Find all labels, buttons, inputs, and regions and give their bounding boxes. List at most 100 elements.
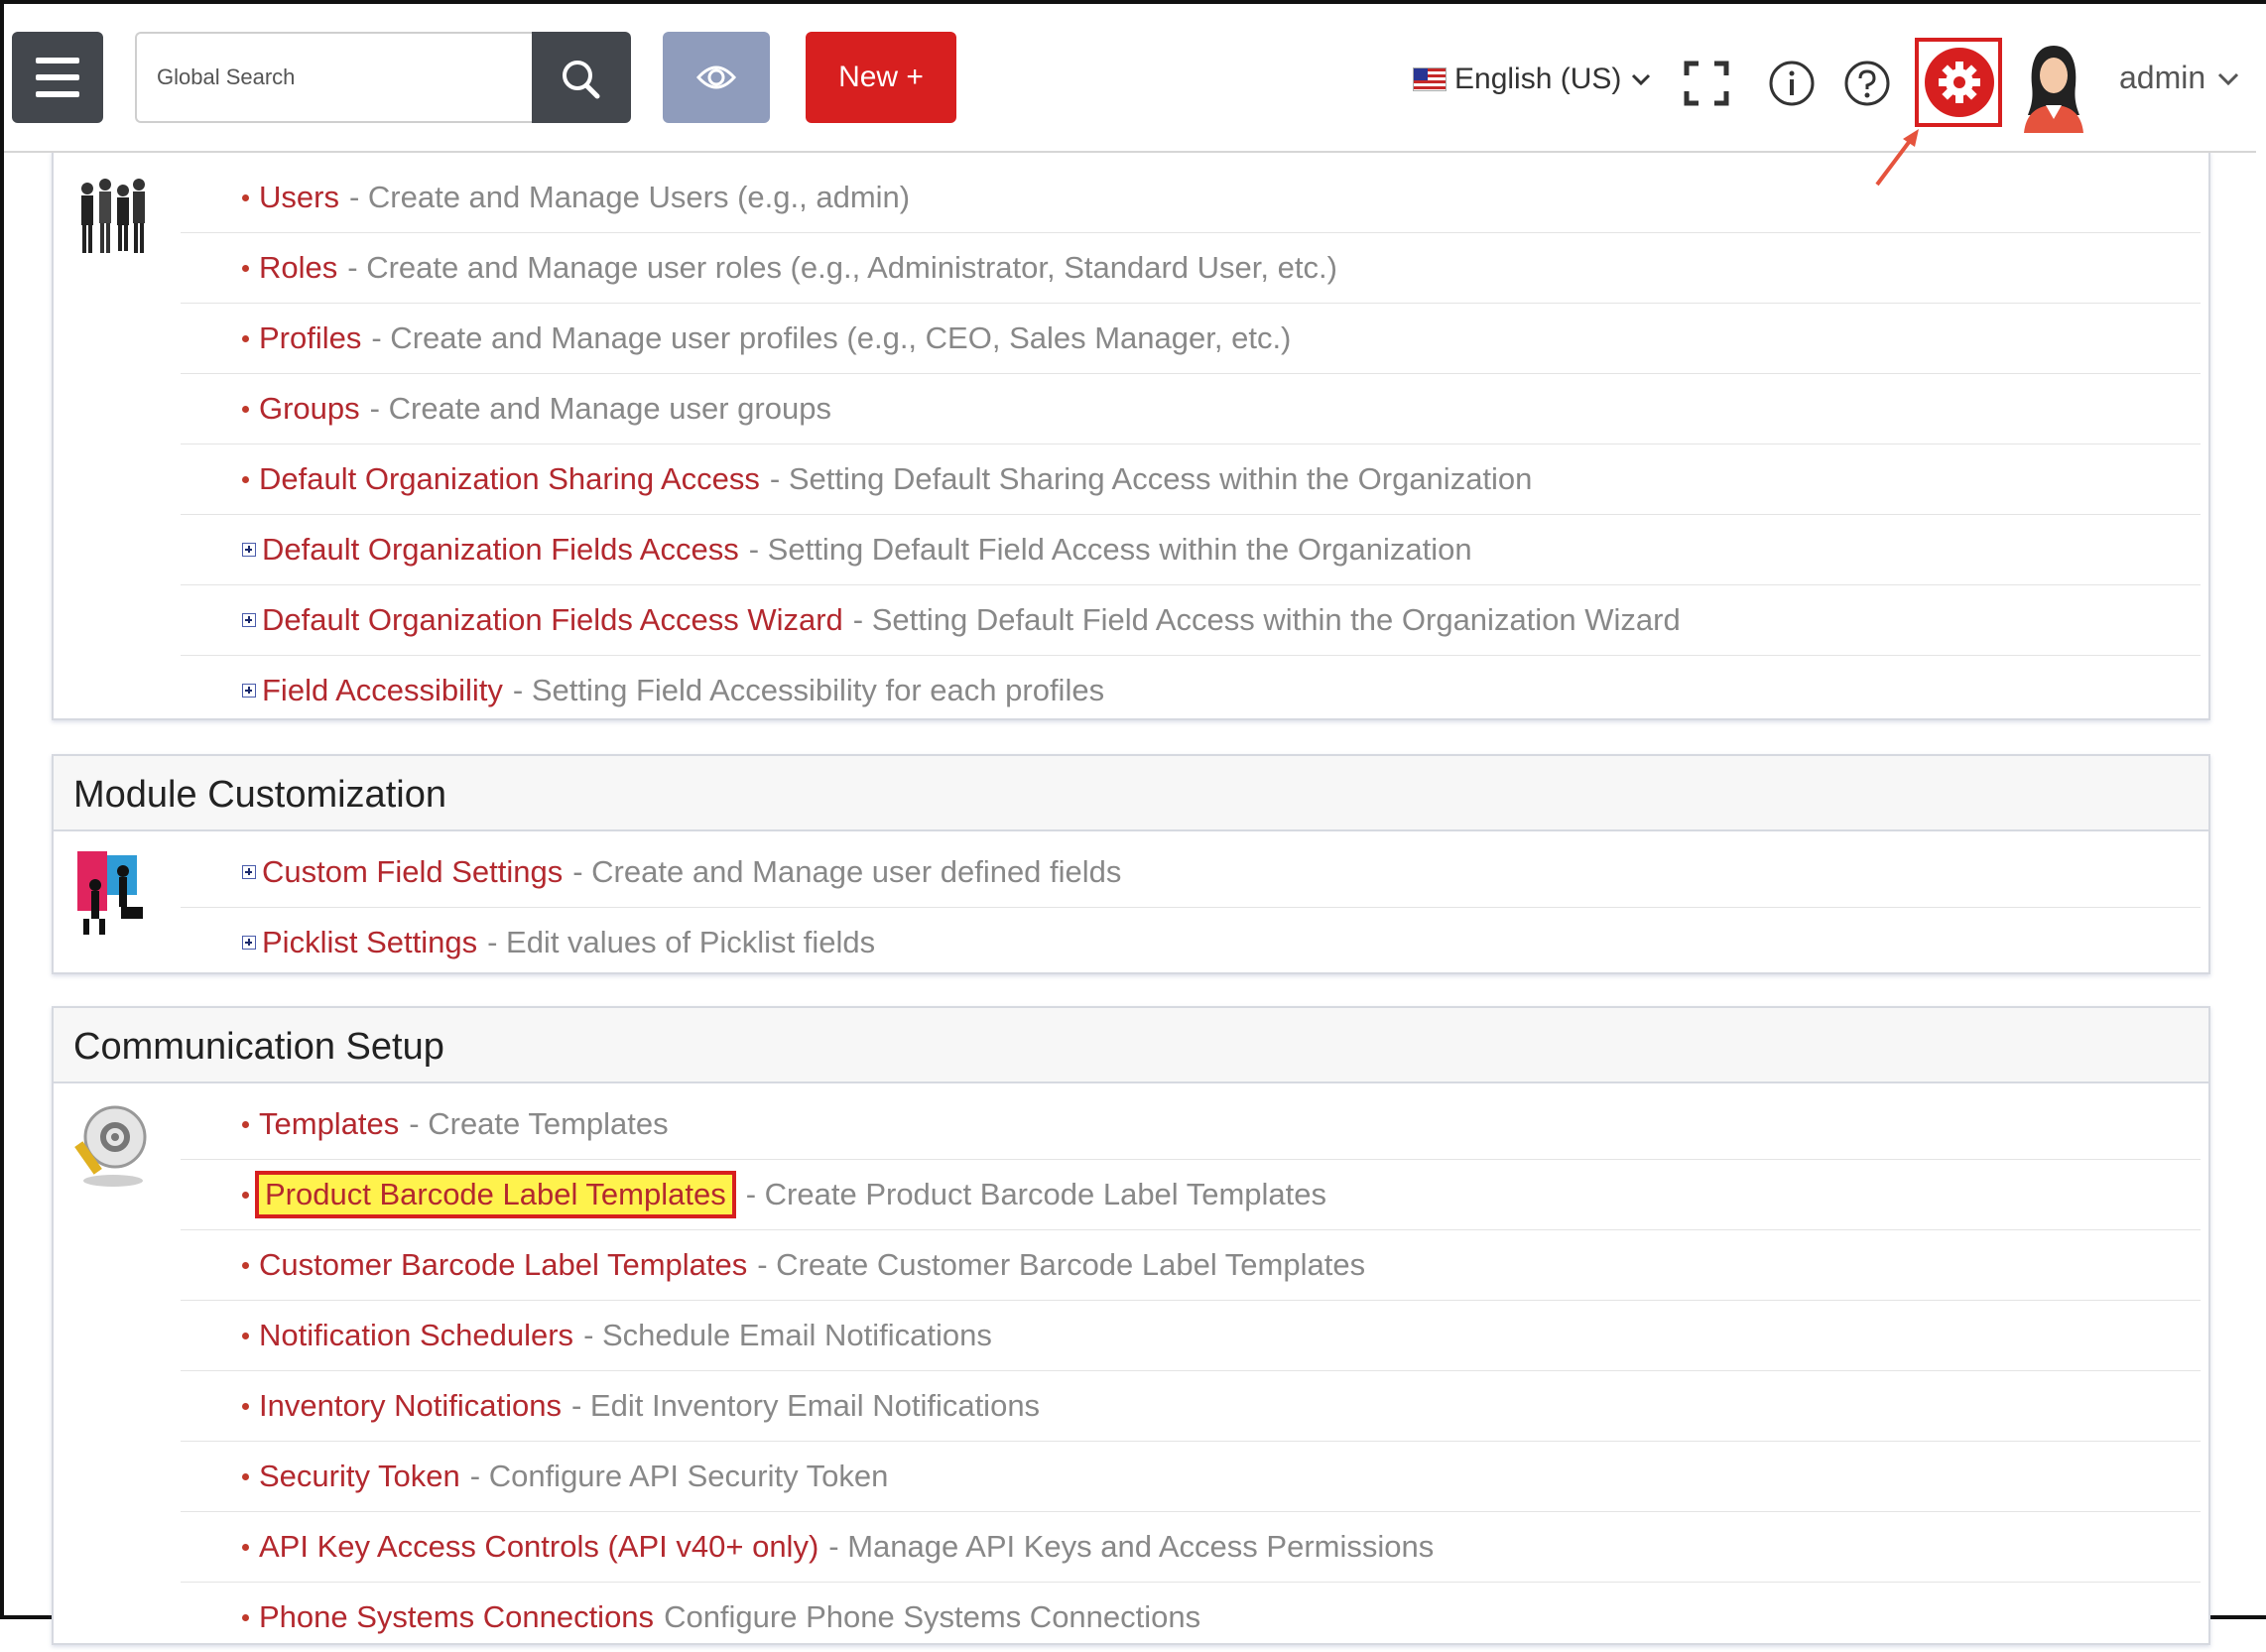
preview-button[interactable] <box>663 32 770 123</box>
setting-link-customer-barcode-label-templates[interactable]: Customer Barcode Label Templates <box>259 1247 747 1283</box>
gear-icon <box>1939 62 1980 103</box>
section-title: Module Customization <box>54 756 2208 831</box>
setting-description: - Create and Manage Users (e.g., admin) <box>348 180 911 214</box>
expand-plus-icon[interactable] <box>242 613 256 627</box>
new-record-button[interactable]: New + <box>806 32 956 123</box>
setting-link-default-organization-fields-access-wizard[interactable]: Default Organization Fields Access Wizar… <box>262 602 843 638</box>
bullet-icon <box>242 1261 249 1269</box>
setting-row-default-organization-sharing-access: Default Organization Sharing Access - Set… <box>181 445 2201 515</box>
setting-link-api-key-access-controls-api-v40-only[interactable]: API Key Access Controls (API v40+ only) <box>259 1529 818 1565</box>
setting-row-security-token: Security Token - Configure API Security T… <box>181 1442 2201 1512</box>
setting-link-default-organization-fields-access[interactable]: Default Organization Fields Access <box>262 532 739 568</box>
section-title: Communication Setup <box>54 1008 2208 1083</box>
eye-icon <box>695 65 737 89</box>
bullet-icon <box>242 1332 249 1339</box>
setting-description: - Create and Manage user defined fields <box>572 854 1122 889</box>
setting-description: Configure Phone Systems Connections <box>664 1599 1201 1634</box>
bullet-icon <box>242 405 249 413</box>
customization-icon <box>77 851 143 935</box>
setting-description: - Create Templates <box>409 1106 669 1141</box>
setting-row-profiles: Profiles - Create and Manage user profile… <box>181 304 2201 374</box>
setting-link-security-token[interactable]: Security Token <box>259 1459 460 1494</box>
setting-link-field-accessibility[interactable]: Field Accessibility <box>262 673 503 708</box>
menu-toggle-button[interactable] <box>12 32 103 123</box>
setting-link-templates[interactable]: Templates <box>259 1106 399 1142</box>
setting-link-inventory-notifications[interactable]: Inventory Notifications <box>259 1388 562 1424</box>
bullet-icon <box>242 193 249 201</box>
bullet-icon <box>242 1543 249 1551</box>
search-icon <box>563 61 600 99</box>
setting-row-api-key-access-controls-api-v40-only: API Key Access Controls (API v40+ only) -… <box>181 1512 2201 1583</box>
setting-link-users[interactable]: Users <box>259 180 339 215</box>
setting-link-default-organization-sharing-access[interactable]: Default Organization Sharing Access <box>259 461 760 497</box>
us-flag-icon <box>1413 67 1447 91</box>
user-menu[interactable]: admin <box>2119 60 2243 96</box>
users-group-icon <box>81 179 145 253</box>
communication-icon <box>74 1105 147 1187</box>
setting-description: - Manage API Keys and Access Permissions <box>828 1529 1435 1564</box>
setting-row-custom-field-settings: Custom Field Settings - Create and Manage… <box>181 837 2201 908</box>
setting-description: - Setting Default Field Access within th… <box>852 602 1681 637</box>
bullet-icon <box>242 1120 249 1128</box>
bullet-icon <box>242 1472 249 1480</box>
setting-description: - Create Customer Barcode Label Template… <box>757 1247 1366 1282</box>
language-selector[interactable]: English (US) <box>1413 60 1655 99</box>
help-icon[interactable] <box>1843 60 1891 107</box>
expand-plus-icon[interactable] <box>242 865 256 879</box>
setting-description: - Create and Manage user roles (e.g., Ad… <box>347 250 1337 285</box>
setting-row-groups: Groups - Create and Manage user groups <box>181 374 2201 445</box>
setting-description: - Edit Inventory Email Notifications <box>570 1388 1041 1423</box>
setting-description: - Edit values of Picklist fields <box>487 925 876 959</box>
setting-description: - Setting Default Field Access within th… <box>748 532 1472 567</box>
setting-description: - Configure API Security Token <box>469 1459 889 1493</box>
expand-plus-icon[interactable] <box>242 684 256 698</box>
setting-link-custom-field-settings[interactable]: Custom Field Settings <box>262 854 563 890</box>
setting-description: - Create and Manage user profiles (e.g.,… <box>371 320 1292 355</box>
setting-description: - Setting Default Sharing Access within … <box>769 461 1533 496</box>
avatar[interactable] <box>2018 40 2089 133</box>
search-button[interactable] <box>532 32 631 123</box>
setting-description: - Setting Field Accessibility for each p… <box>512 673 1105 707</box>
setting-row-templates: Templates - Create Templates <box>181 1089 2201 1160</box>
module-customization-panel: Module Customization Custom Field Settin… <box>52 754 2210 974</box>
setting-description: - Create Product Barcode Label Templates <box>745 1177 1327 1211</box>
setting-row-inventory-notifications: Inventory Notifications - Edit Inventory … <box>181 1371 2201 1442</box>
setting-link-roles[interactable]: Roles <box>259 250 337 286</box>
setting-row-product-barcode-label-templates: Product Barcode Label Templates - Create … <box>181 1160 2201 1230</box>
setting-link-profiles[interactable]: Profiles <box>259 320 361 356</box>
bullet-icon <box>242 264 249 272</box>
language-label: English (US) <box>1454 63 1622 95</box>
setting-link-product-barcode-label-templates[interactable]: Product Barcode Label Templates <box>255 1171 736 1218</box>
setting-row-picklist-settings: Picklist Settings - Edit values of Pickli… <box>181 908 2201 977</box>
setting-link-notification-schedulers[interactable]: Notification Schedulers <box>259 1318 573 1353</box>
bullet-icon <box>242 1613 249 1621</box>
chevron-down-icon <box>2218 72 2239 85</box>
setting-row-phone-systems-connections: Phone Systems Connections Configure Phone… <box>181 1583 2201 1652</box>
expand-plus-icon[interactable] <box>242 543 256 557</box>
setting-row-default-organization-fields-access: Default Organization Fields Access - Sett… <box>181 515 2201 585</box>
info-icon[interactable] <box>1768 60 1816 107</box>
setting-link-phone-systems-connections[interactable]: Phone Systems Connections <box>259 1599 654 1635</box>
global-search-input[interactable] <box>135 32 532 123</box>
setting-row-roles: Roles - Create and Manage user roles (e.g… <box>181 233 2201 304</box>
setting-link-groups[interactable]: Groups <box>259 391 360 427</box>
fullscreen-icon[interactable] <box>1683 60 1730 107</box>
bullet-icon <box>242 1191 249 1199</box>
setting-description: - Schedule Email Notifications <box>583 1318 992 1352</box>
setting-link-picklist-settings[interactable]: Picklist Settings <box>262 925 477 960</box>
user-management-panel: Users - Create and Manage Users (e.g., ad… <box>52 151 2210 720</box>
bullet-icon <box>242 475 249 483</box>
annotation-arrow-icon <box>1875 129 1919 187</box>
expand-plus-icon[interactable] <box>242 936 256 950</box>
setting-row-customer-barcode-label-templates: Customer Barcode Label Templates - Create… <box>181 1230 2201 1301</box>
setting-description: - Create and Manage user groups <box>369 391 831 426</box>
setting-row-field-accessibility: Field Accessibility - Setting Field Acces… <box>181 656 2201 725</box>
user-name-label: admin <box>2119 60 2206 95</box>
setting-row-default-organization-fields-access-wizard: Default Organization Fields Access Wizar… <box>181 585 2201 656</box>
setting-row-notification-schedulers: Notification Schedulers - Schedule Email … <box>181 1301 2201 1371</box>
chevron-down-icon <box>1632 73 1651 86</box>
bullet-icon <box>242 334 249 342</box>
bullet-icon <box>242 1402 249 1410</box>
communication-setup-panel: Communication Setup Templates - Create Te… <box>52 1006 2210 1645</box>
settings-button[interactable] <box>1915 38 2002 127</box>
